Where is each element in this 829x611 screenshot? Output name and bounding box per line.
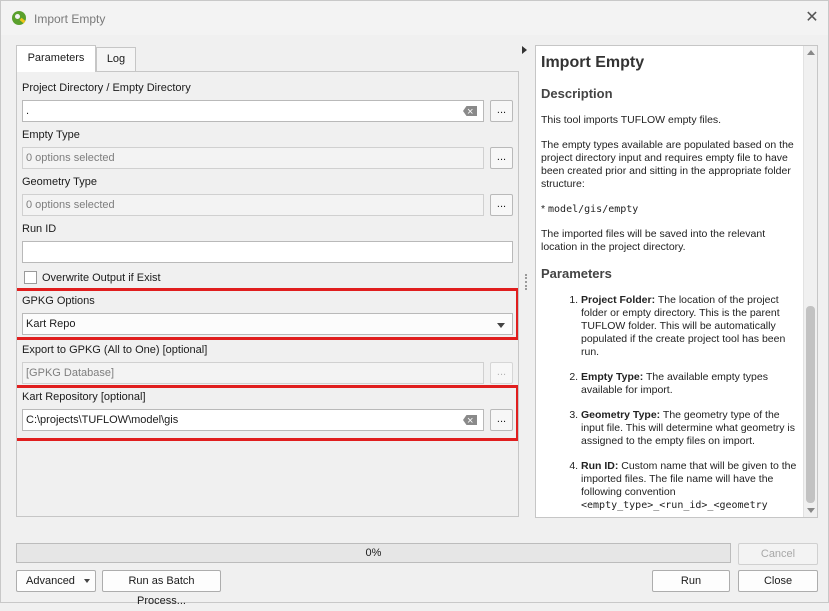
help-title: Import Empty: [541, 54, 645, 71]
advanced-button[interactable]: Advanced: [16, 570, 96, 592]
window-title: Import Empty: [34, 12, 106, 26]
help-item-geometry-type: Geometry Type: The geometry type of the …: [581, 409, 804, 448]
tab-log[interactable]: Log: [96, 47, 136, 71]
gpkg-options-label: GPKG Options: [22, 295, 95, 307]
overwrite-checkbox[interactable]: [24, 271, 37, 284]
help-panel: Import Empty Description This tool impor…: [535, 45, 818, 518]
parameters-panel: Project Directory / Empty Directory . ..…: [16, 71, 519, 517]
export-gpkg-browse-button[interactable]: ...: [490, 362, 513, 384]
run-button[interactable]: Run: [652, 570, 730, 592]
cancel-button[interactable]: Cancel: [738, 543, 818, 565]
tab-parameters[interactable]: Parameters: [16, 45, 96, 72]
help-item-project-folder: Project Folder: The location of the proj…: [581, 294, 804, 359]
help-parameters-heading: Parameters: [541, 266, 612, 281]
kart-repo-browse-button[interactable]: ...: [490, 409, 513, 431]
help-description-p3: The imported files will be saved into th…: [541, 228, 766, 253]
project-dir-browse-button[interactable]: ...: [490, 100, 513, 122]
gpkg-options-value: Kart Repo: [26, 318, 76, 330]
geometry-type-select[interactable]: 0 options selected: [22, 194, 484, 216]
progress-bar: 0%: [16, 543, 731, 563]
kart-repo-input[interactable]: C:\projects\TUFLOW\model\gis: [22, 409, 484, 431]
import-empty-dialog: Import Empty ✕ Parameters Log Project Di…: [0, 0, 829, 607]
title-bar: Import Empty ✕: [1, 1, 828, 35]
geometry-type-label: Geometry Type: [22, 176, 97, 188]
export-gpkg-input[interactable]: [GPKG Database]: [22, 362, 484, 384]
collapse-arrow-icon[interactable]: [522, 46, 527, 54]
splitter-handle[interactable]: [525, 274, 527, 290]
help-item-empty-type: Empty Type: The available empty types av…: [581, 371, 804, 397]
scroll-down-icon[interactable]: [807, 508, 815, 513]
path-code: model/gis/empty: [548, 204, 639, 215]
empty-type-label: Empty Type: [22, 129, 80, 141]
project-dir-value: .: [26, 105, 30, 117]
gpkg-options-dropdown[interactable]: Kart Repo: [22, 313, 513, 335]
progress-label: 0%: [365, 547, 382, 559]
empty-type-select[interactable]: 0 options selected: [22, 147, 484, 169]
run-batch-button[interactable]: Run as Batch Process...: [102, 570, 221, 607]
advanced-label: Advanced: [26, 575, 75, 587]
chevron-down-icon: [84, 579, 90, 583]
kart-repo-value: C:\projects\TUFLOW\model\gis: [26, 414, 179, 426]
export-gpkg-label: Export to GPKG (All to One) [optional]: [22, 344, 208, 356]
overwrite-label: Overwrite Output if Exist: [42, 272, 161, 284]
kart-repo-label: Kart Repository [optional]: [22, 391, 146, 403]
close-button[interactable]: Close: [738, 570, 818, 592]
help-description-p2: The empty types available are populated …: [541, 139, 794, 190]
help-scrollbar[interactable]: [803, 46, 817, 517]
help-parameter-list: Project Folder: The location of the proj…: [581, 294, 804, 512]
clear-icon[interactable]: [463, 415, 477, 425]
run-id-label: Run ID: [22, 223, 57, 235]
scroll-up-icon[interactable]: [807, 50, 815, 55]
help-description-heading: Description: [541, 86, 613, 101]
help-description-p1: This tool imports TUFLOW empty files.: [541, 114, 722, 126]
geometry-type-options-button[interactable]: ...: [490, 194, 513, 216]
empty-type-options-button[interactable]: ...: [490, 147, 513, 169]
project-dir-label: Project Directory / Empty Directory: [22, 82, 191, 94]
qgis-logo-icon: [12, 11, 26, 25]
help-item-run-id: Run ID: Custom name that will be given t…: [581, 460, 804, 512]
close-window-icon[interactable]: ✕: [801, 8, 823, 28]
help-path: * model/gis/empty: [541, 203, 804, 216]
project-dir-input[interactable]: .: [22, 100, 484, 122]
clear-icon[interactable]: [463, 106, 477, 116]
run-id-input[interactable]: [22, 241, 513, 263]
chevron-down-icon: [497, 323, 505, 328]
scroll-thumb[interactable]: [806, 306, 815, 503]
path-bullet: *: [541, 203, 546, 215]
